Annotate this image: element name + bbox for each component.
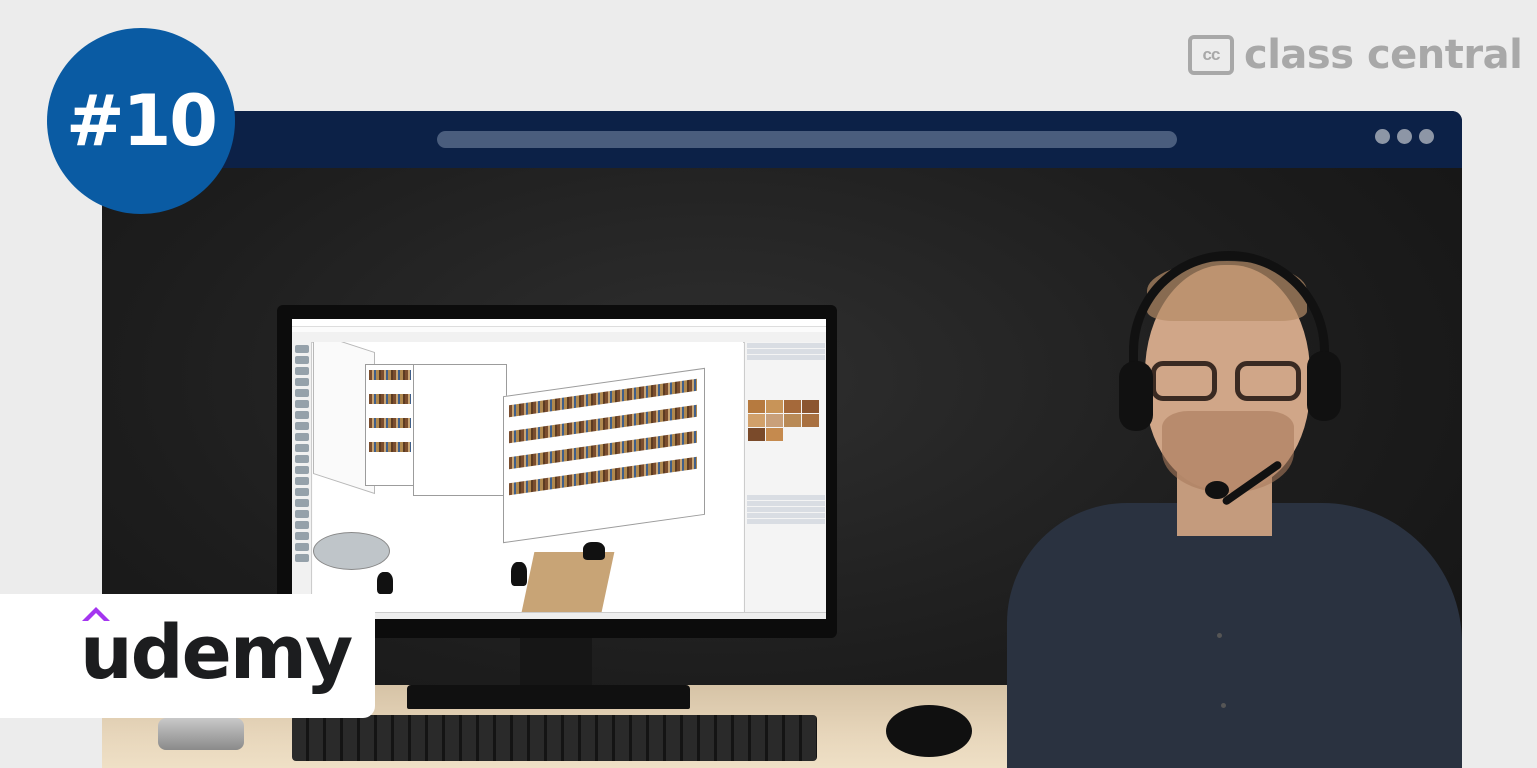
sketchup-viewport [313, 342, 743, 612]
shirt-button [1221, 703, 1226, 708]
swatch [784, 414, 801, 427]
swatch [766, 400, 783, 413]
swatch [802, 414, 819, 427]
provider-card: udemy [0, 594, 375, 718]
tool-icon [294, 455, 309, 463]
class-central-wordmark: class central [1244, 32, 1523, 78]
tray-row [747, 343, 825, 348]
tool-icon [294, 367, 309, 375]
tool-icon [294, 433, 309, 441]
sketchup-default-tray [744, 342, 826, 612]
tool-icon [294, 356, 309, 364]
rank-badge: #10 [47, 28, 235, 214]
books [369, 418, 411, 428]
browser-titlebar [102, 111, 1462, 169]
tool-icon [294, 510, 309, 518]
monitor-base [407, 685, 690, 709]
tool-icon [294, 411, 309, 419]
window-dots-icon[interactable] [1375, 129, 1434, 144]
books [369, 394, 411, 404]
tool-icon [294, 466, 309, 474]
swatch [748, 414, 765, 427]
chair [511, 562, 527, 586]
tool-icon [294, 532, 309, 540]
tray-row [747, 349, 825, 354]
tool-icon [294, 400, 309, 408]
provider-name: udemy [80, 610, 353, 696]
tool-icon [294, 345, 309, 353]
tool-icon [294, 554, 309, 562]
swatch [784, 400, 801, 413]
class-central-logo: cc class central [1188, 32, 1523, 78]
microphone [1205, 481, 1229, 499]
monitor [277, 305, 837, 638]
tool-icon [294, 477, 309, 485]
chair [377, 572, 393, 594]
keyboard [292, 715, 817, 761]
sketchup-tool-palette [292, 342, 312, 612]
tray-row [747, 507, 825, 512]
tool-icon [294, 444, 309, 452]
swatch [748, 428, 765, 441]
tool-icon [294, 543, 309, 551]
chair [583, 542, 605, 560]
swatch [802, 400, 819, 413]
headset [1129, 251, 1329, 381]
tray-row [747, 355, 825, 360]
class-central-logo-icon: cc [1188, 35, 1234, 75]
shirt-button [1217, 633, 1222, 638]
swatch [748, 400, 765, 413]
earcup [1307, 351, 1341, 421]
swatch [766, 428, 783, 441]
beard [1162, 411, 1294, 493]
tray-row [747, 501, 825, 506]
tool-icon [294, 389, 309, 397]
tool-icon [294, 378, 309, 386]
window-dot [1375, 129, 1390, 144]
window-dot [1397, 129, 1412, 144]
sketchup-screen [292, 319, 826, 619]
earcup [1119, 361, 1153, 431]
tool-icon [294, 521, 309, 529]
address-bar[interactable] [437, 131, 1177, 148]
dining-table [521, 552, 615, 612]
tool-icon [294, 488, 309, 496]
tray-row [747, 519, 825, 524]
round-table [313, 532, 390, 570]
mouse [886, 705, 972, 757]
books [369, 370, 411, 380]
window-dot [1419, 129, 1434, 144]
speaker [158, 718, 244, 750]
shirt [1007, 503, 1462, 768]
tool-icon [294, 499, 309, 507]
cabinet [413, 364, 507, 496]
tray-row [747, 513, 825, 518]
material-swatches [748, 400, 824, 441]
instructor [1007, 251, 1462, 768]
tray-row [747, 495, 825, 500]
books [369, 442, 411, 452]
swatch [766, 414, 783, 427]
monitor-stand [520, 638, 592, 686]
tool-icon [294, 422, 309, 430]
